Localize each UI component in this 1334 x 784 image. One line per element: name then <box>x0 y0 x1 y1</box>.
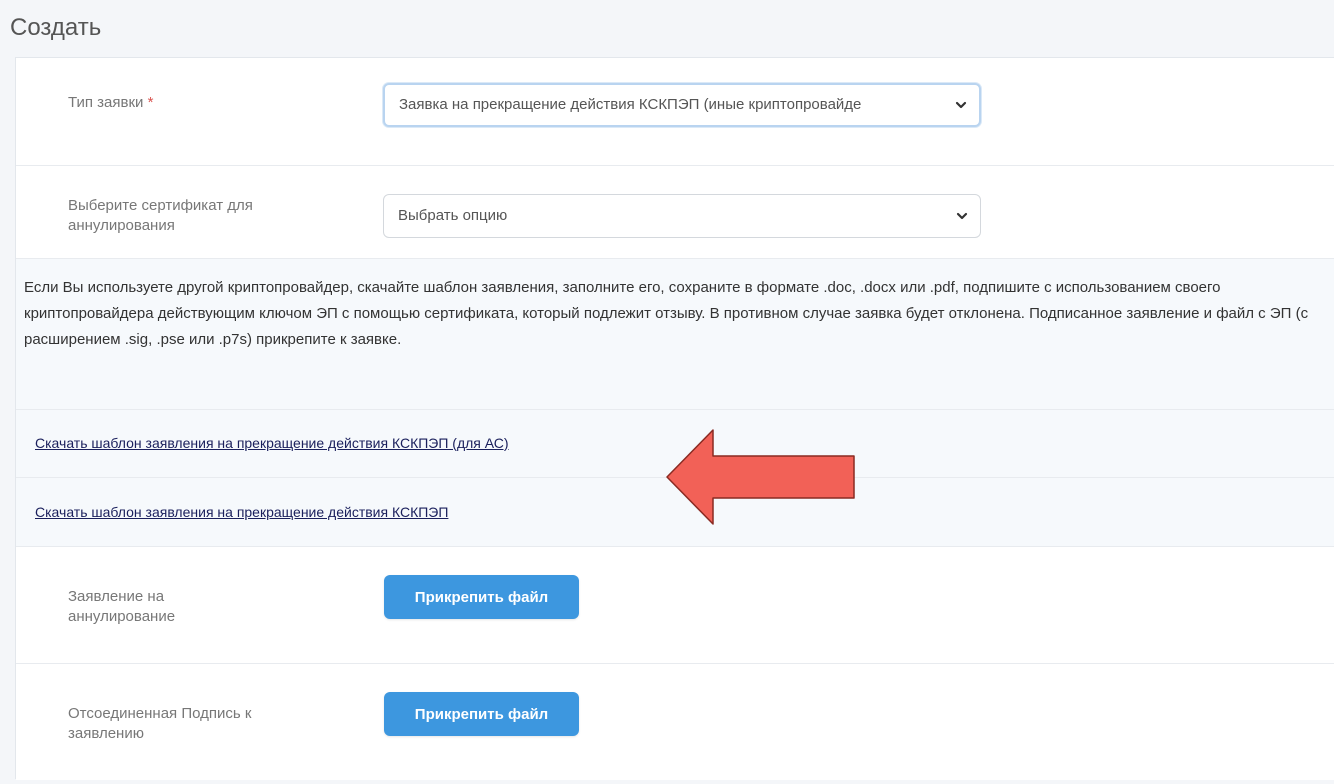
page-title: Создать <box>10 14 102 41</box>
statement-label: Заявление на аннулирование <box>68 588 176 625</box>
chevron-down-icon <box>955 101 967 109</box>
statement-row: Заявление на аннулирование Прикрепить фа… <box>16 547 1334 664</box>
info-text: Если Вы используете другой криптопровайд… <box>24 279 1309 348</box>
chevron-down-icon <box>956 212 968 220</box>
request-type-row: Тип заявки * Заявка на прекращение дейст… <box>16 58 1334 166</box>
create-request-form: Тип заявки * Заявка на прекращение дейст… <box>15 57 1334 780</box>
signature-label: Отсоединенная Подпись к заявлению <box>68 705 252 742</box>
request-type-select[interactable]: Заявка на прекращение действия КСКПЭП (и… <box>383 83 981 127</box>
attach-statement-button[interactable]: Прикрепить файл <box>384 575 579 619</box>
certificate-label: Выберите сертификат для аннулирования <box>68 197 253 234</box>
info-row: Если Вы используете другой криптопровайд… <box>16 259 1334 410</box>
certificate-value: Выбрать опцию <box>398 207 508 224</box>
certificate-row: Выберите сертификат для аннулирования Вы… <box>16 166 1334 259</box>
left-arrow-icon <box>666 429 855 525</box>
certificate-select[interactable]: Выбрать опцию <box>383 194 981 238</box>
attach-signature-button[interactable]: Прикрепить файл <box>384 692 579 736</box>
download-template-as-link[interactable]: Скачать шаблон заявления на прекращение … <box>35 435 509 451</box>
request-type-label: Тип заявки * <box>68 94 154 111</box>
signature-row: Отсоединенная Подпись к заявлению Прикре… <box>16 664 1334 780</box>
required-mark: * <box>147 94 154 111</box>
download-template-link[interactable]: Скачать шаблон заявления на прекращение … <box>35 504 448 520</box>
request-type-value: Заявка на прекращение действия КСКПЭП (и… <box>399 96 862 113</box>
